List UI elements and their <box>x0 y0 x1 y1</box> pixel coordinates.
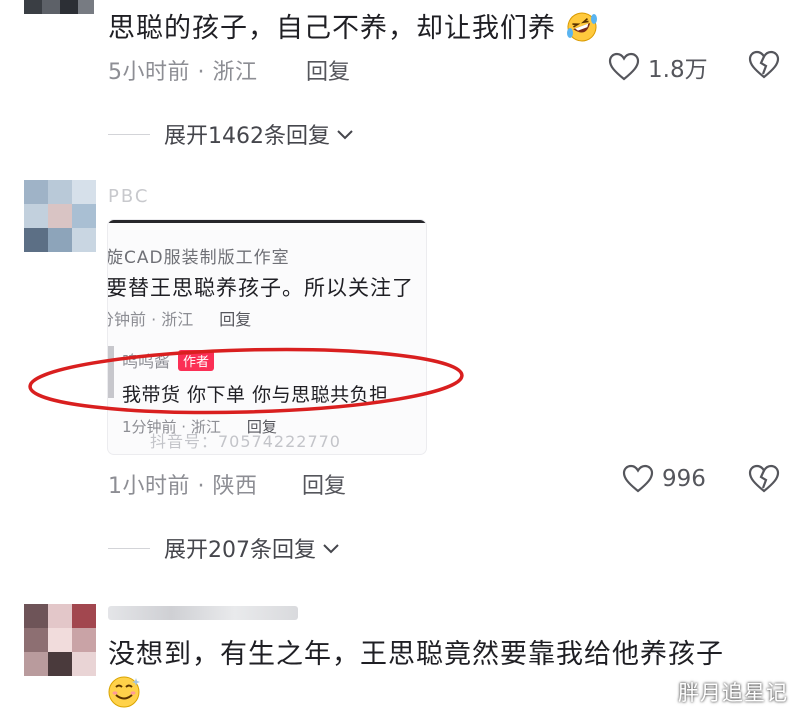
card-meta-time: 分钟前 · 浙江 <box>108 310 194 329</box>
card-watermark: 抖音号：70574222770 <box>150 432 341 451</box>
chevron-down-icon <box>323 544 339 554</box>
card-sub-avatar <box>108 346 114 398</box>
rofl-emoji-icon <box>566 12 597 42</box>
broken-heart-icon <box>748 464 780 493</box>
card-author-reply: 我带货 你下单 你与思聪共负担 <box>122 384 389 406</box>
comment-body: 思聪的孩子，自己不养，却让我们养 <box>108 13 556 44</box>
meta-separator: · <box>190 60 213 85</box>
card-title: 旋CAD服装制版工作室 <box>108 248 290 268</box>
reply-button[interactable]: 回复 <box>306 54 350 86</box>
smile-emoji-icon <box>108 676 140 708</box>
card-author: 呜呜酱 作者 <box>122 348 215 372</box>
comment-text: 没想到，有生之年，王思聪竟然要靠我给他养孩子 <box>108 639 724 670</box>
like-count: 1.8万 <box>648 57 708 83</box>
comment-location: 浙江 <box>212 60 258 85</box>
broken-heart-icon <box>748 50 780 79</box>
card-meta: 分钟前 · 浙江 回复 <box>108 306 251 330</box>
like-button[interactable]: 996 <box>622 464 706 494</box>
card-reply-button: 回复 <box>219 310 252 329</box>
chevron-down-icon <box>337 130 353 140</box>
heart-icon <box>608 52 640 81</box>
avatar[interactable] <box>24 0 94 14</box>
comment-location: 陕西 <box>212 474 258 499</box>
like-button[interactable]: 1.8万 <box>608 50 708 84</box>
meta-separator: · <box>190 474 213 499</box>
expand-replies-button[interactable]: 展开207条回复 <box>108 532 342 564</box>
avatar[interactable] <box>24 180 96 252</box>
username-blurred <box>108 606 298 620</box>
comment-meta: 1小时前 · 陕西 <box>108 468 258 500</box>
expand-label: 展开207条回复 <box>164 538 316 563</box>
page-watermark: 胖月追星记 <box>678 681 788 705</box>
embedded-screenshot: 旋CAD服装制版工作室 要替王思聪养孩子。所以关注了 分钟前 · 浙江 回复 呜呜… <box>108 220 426 454</box>
card-top-bar <box>108 220 426 223</box>
author-badge: 作者 <box>178 349 215 371</box>
comment-text: 思聪的孩子，自己不养，却让我们养 <box>108 6 598 45</box>
dislike-button[interactable] <box>748 50 780 84</box>
avatar[interactable] <box>24 604 96 676</box>
like-count: 996 <box>662 466 706 492</box>
expand-label: 展开1462条回复 <box>164 124 330 149</box>
expand-replies-button[interactable]: 展开1462条回复 <box>108 118 356 150</box>
card-author-name: 呜呜酱 <box>122 352 171 371</box>
comment-meta: 5小时前 · 浙江 <box>108 54 258 86</box>
dislike-button[interactable] <box>748 464 780 498</box>
heart-icon <box>622 464 654 493</box>
reply-button[interactable]: 回复 <box>302 468 346 500</box>
card-comment: 要替王思聪养孩子。所以关注了 <box>108 276 414 300</box>
comment-time: 1小时前 <box>108 474 190 499</box>
comment-time: 5小时前 <box>108 60 190 85</box>
username[interactable]: PBC <box>108 186 149 207</box>
divider-line <box>108 133 150 135</box>
divider-line <box>108 547 150 549</box>
